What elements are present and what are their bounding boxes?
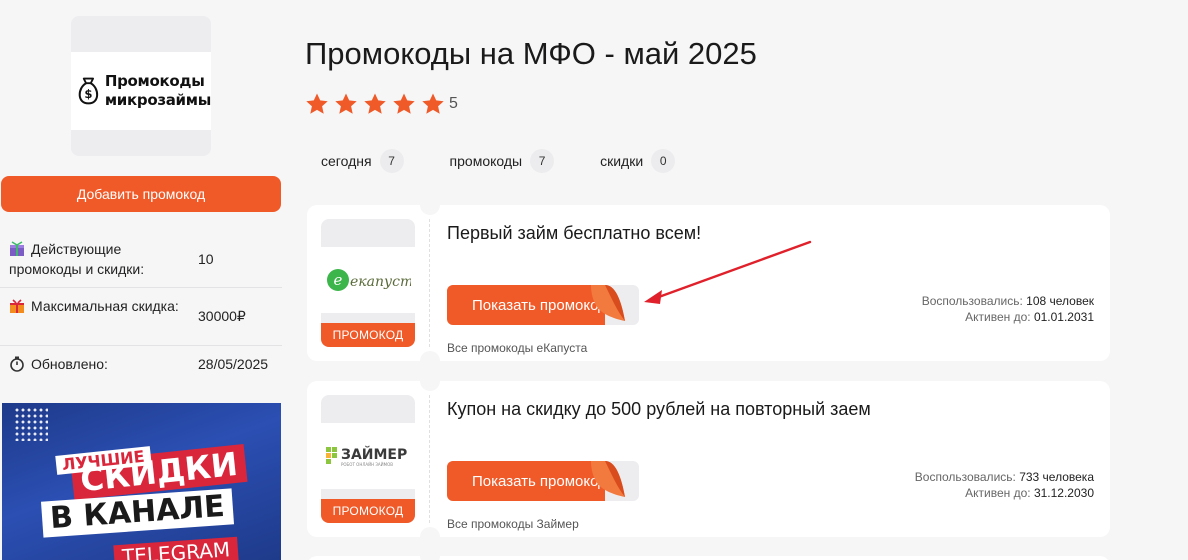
stopwatch-icon <box>10 356 24 372</box>
tab-promocodes[interactable]: промокоды 7 <box>434 149 571 173</box>
money-bag-icon: $ <box>78 77 99 105</box>
all-promocodes-link[interactable]: Все промокоды Займер <box>447 517 579 531</box>
banner-line-4: TELEGRAM <box>113 536 239 560</box>
info-label-text: Действующие промокоды и скидки: <box>9 241 145 277</box>
star-icon[interactable] <box>305 92 329 116</box>
svg-text:е: е <box>334 271 343 289</box>
peel-corner-icon <box>591 461 625 497</box>
site-logo[interactable]: $ Промокоды микрозаймы <box>71 16 211 156</box>
promocode-tag: ПРОМОКОД <box>321 499 415 523</box>
used-label: Воспользовались: <box>921 294 1023 308</box>
tab-discounts[interactable]: скидки 0 <box>584 149 691 173</box>
dots-decoration <box>14 407 48 441</box>
star-icon[interactable] <box>421 92 445 116</box>
svg-text:екапуста: екапуста <box>350 274 411 290</box>
show-promocode-button[interactable]: Показать промокод <box>447 285 639 325</box>
peel-corner-icon <box>591 285 625 321</box>
tab-label: сегодня <box>321 153 372 169</box>
page-title: Промокоды на МФО - май 2025 <box>305 36 757 71</box>
gift-icon <box>10 299 24 313</box>
rating-value: 5 <box>449 95 458 112</box>
rating[interactable]: 5 <box>305 92 458 116</box>
offer-title[interactable]: Купон на скидку до 500 рублей на повторн… <box>447 399 871 420</box>
tab-today[interactable]: сегодня 7 <box>305 149 420 173</box>
gift-box-icon <box>10 241 24 256</box>
offer-meta: Воспользовались: 733 человека Активен до… <box>915 469 1094 501</box>
svg-text:ЗАЙМЕР: ЗАЙМЕР <box>341 446 407 463</box>
show-promocode-button[interactable]: Показать промокод <box>447 461 639 501</box>
svg-text:РОБОТ ОНЛАЙН ЗАЙМОВ: РОБОТ ОНЛАЙН ЗАЙМОВ <box>341 462 393 467</box>
offer-logo[interactable]: ЗАЙМЕР РОБОТ ОНЛАЙН ЗАЙМОВ ПРОМОКОД <box>321 395 415 523</box>
star-icon[interactable] <box>334 92 358 116</box>
info-row-updated: Обновлено: 28/05/2025 <box>0 346 282 382</box>
active-label: Активен до: <box>965 310 1031 324</box>
show-promocode-label: Показать промокод <box>447 285 605 325</box>
offer-card <box>307 556 1110 560</box>
all-promocodes-link[interactable]: Все промокоды еКапуста <box>447 341 587 355</box>
promocode-tag: ПРОМОКОД <box>321 323 415 347</box>
info-label-text: Обновлено: <box>31 356 108 372</box>
zaymer-logo: ЗАЙМЕР РОБОТ ОНЛАЙН ЗАЙМОВ <box>326 446 407 467</box>
info-value: 28/05/2025 <box>198 356 269 372</box>
active-value: 31.12.2030 <box>1033 486 1094 500</box>
offer-card: ЗАЙМЕР РОБОТ ОНЛАЙН ЗАЙМОВ ПРОМОКОД Купо… <box>307 381 1110 537</box>
show-promocode-label: Показать промокод <box>447 461 605 501</box>
annotation-arrow-icon <box>644 240 812 304</box>
used-label: Воспользовались: <box>914 470 1016 484</box>
offer-logo[interactable]: е екапуста ПРОМОКОД <box>321 219 415 347</box>
tab-count-badge: 7 <box>379 149 404 173</box>
ekapusta-logo: е екапуста <box>327 269 411 291</box>
svg-text:$: $ <box>84 87 92 101</box>
star-icon[interactable] <box>392 92 416 116</box>
info-row-active-codes: Действующие промокоды и скидки: 10 <box>0 232 282 288</box>
info-row-max-discount: Максимальная скидка: 30000₽ <box>0 288 282 346</box>
logo-line-1: Промокоды <box>104 72 205 90</box>
tab-count-badge: 7 <box>530 149 555 173</box>
banner-line-3: В КАНАЛЕ <box>40 488 234 538</box>
add-promocode-button[interactable]: Добавить промокод <box>1 176 281 212</box>
used-value: 733 человека <box>1019 470 1094 484</box>
info-value: 30000₽ <box>198 308 246 324</box>
active-value: 01.01.2031 <box>1033 310 1094 324</box>
telegram-banner[interactable]: СКИДКИ ЛУЧШИЕ В КАНАЛЕ TELEGRAM <box>2 403 281 560</box>
filter-tabs: сегодня 7 промокоды 7 скидки 0 <box>305 149 705 173</box>
tab-label: скидки <box>600 153 644 169</box>
active-label: Активен до: <box>965 486 1031 500</box>
offer-meta: Воспользовались: 108 человек Активен до:… <box>922 293 1094 325</box>
logo-line-2: микрозаймы <box>104 91 211 109</box>
tab-label: промокоды <box>449 153 523 169</box>
tab-count-badge: 0 <box>651 149 676 173</box>
info-label-text: Максимальная скидка: <box>31 298 179 314</box>
info-value: 10 <box>198 251 214 267</box>
star-icon[interactable] <box>363 92 387 116</box>
used-value: 108 человек <box>1026 294 1094 308</box>
